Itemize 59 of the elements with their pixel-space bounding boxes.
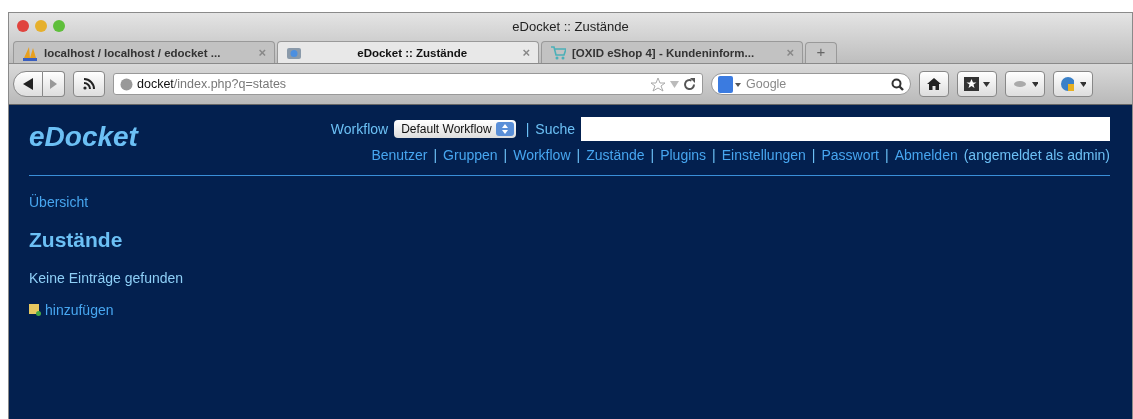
browser-tab[interactable]: eDocket :: Zustände × xyxy=(277,41,539,63)
star-icon[interactable] xyxy=(650,76,666,92)
bookmarks-button[interactable] xyxy=(957,71,997,97)
separator: | xyxy=(650,147,655,163)
search-bar[interactable]: Google xyxy=(711,73,911,95)
globe-icon xyxy=(1060,76,1074,92)
page-heading: Zustände xyxy=(29,228,124,252)
separator: | xyxy=(525,121,530,137)
search-icon[interactable] xyxy=(891,77,904,91)
note-add-icon xyxy=(29,304,41,316)
add-link[interactable]: hinzufügen xyxy=(45,302,114,318)
nav-link[interactable]: Benutzer xyxy=(371,147,428,163)
nav-link[interactable]: Abmelden xyxy=(894,147,958,163)
back-button[interactable] xyxy=(13,71,43,97)
home-icon xyxy=(927,78,941,90)
login-status: (angemeldet als admin) xyxy=(963,147,1110,163)
workflow-label: Workflow xyxy=(330,121,389,137)
logo[interactable]: eDocket xyxy=(29,121,138,163)
separator: | xyxy=(433,147,438,163)
search-input[interactable] xyxy=(581,117,1110,141)
empty-message: Keine Einträge gefunden xyxy=(29,270,185,286)
separator: | xyxy=(885,147,889,163)
window-title: eDocket :: Zustände xyxy=(512,18,629,34)
nav-link[interactable]: Workflow xyxy=(513,147,571,163)
globe-icon xyxy=(120,77,133,91)
back-arrow-icon xyxy=(23,78,33,90)
nav-link[interactable]: Plugins xyxy=(660,147,707,163)
reload-icon[interactable] xyxy=(683,77,696,91)
extension-button[interactable] xyxy=(1005,71,1045,97)
workflow-select[interactable]: Default Workflow xyxy=(394,120,516,138)
rss-icon xyxy=(83,78,95,90)
separator: | xyxy=(576,147,581,163)
browser-tab[interactable]: localhost / localhost / edocket ... × xyxy=(13,41,275,63)
browser-tab[interactable]: [OXID eShop 4] - Kundeninform... × xyxy=(541,41,803,63)
caret-icon xyxy=(983,81,990,87)
search-label: Suche xyxy=(535,121,575,137)
caret-icon xyxy=(1031,81,1038,87)
dropdown-icon[interactable] xyxy=(670,80,679,88)
breadcrumb-link[interactable]: Übersicht xyxy=(29,194,1110,210)
cart-icon xyxy=(550,44,566,61)
nav-link[interactable]: Gruppen xyxy=(443,147,498,163)
separator: | xyxy=(503,147,508,163)
globe-button[interactable] xyxy=(1053,71,1093,97)
caret-icon xyxy=(1079,81,1086,87)
stepper-icon xyxy=(495,122,514,136)
forward-arrow-icon xyxy=(50,79,57,89)
nav-link[interactable]: Passwort xyxy=(821,147,879,163)
address-bar[interactable]: docket/index.php?q=states xyxy=(113,73,703,95)
nav-link[interactable]: Zustände xyxy=(586,147,645,163)
nav-link[interactable]: Einstellungen xyxy=(721,147,806,163)
google-icon xyxy=(718,75,742,93)
separator: | xyxy=(811,147,816,163)
new-tab-button[interactable]: + xyxy=(805,42,837,63)
separator: | xyxy=(712,147,716,163)
close-button[interactable] xyxy=(17,20,29,32)
rss-button[interactable] xyxy=(73,71,105,97)
star-icon xyxy=(964,77,979,91)
home-button[interactable] xyxy=(919,71,949,97)
camera-icon xyxy=(286,45,302,60)
